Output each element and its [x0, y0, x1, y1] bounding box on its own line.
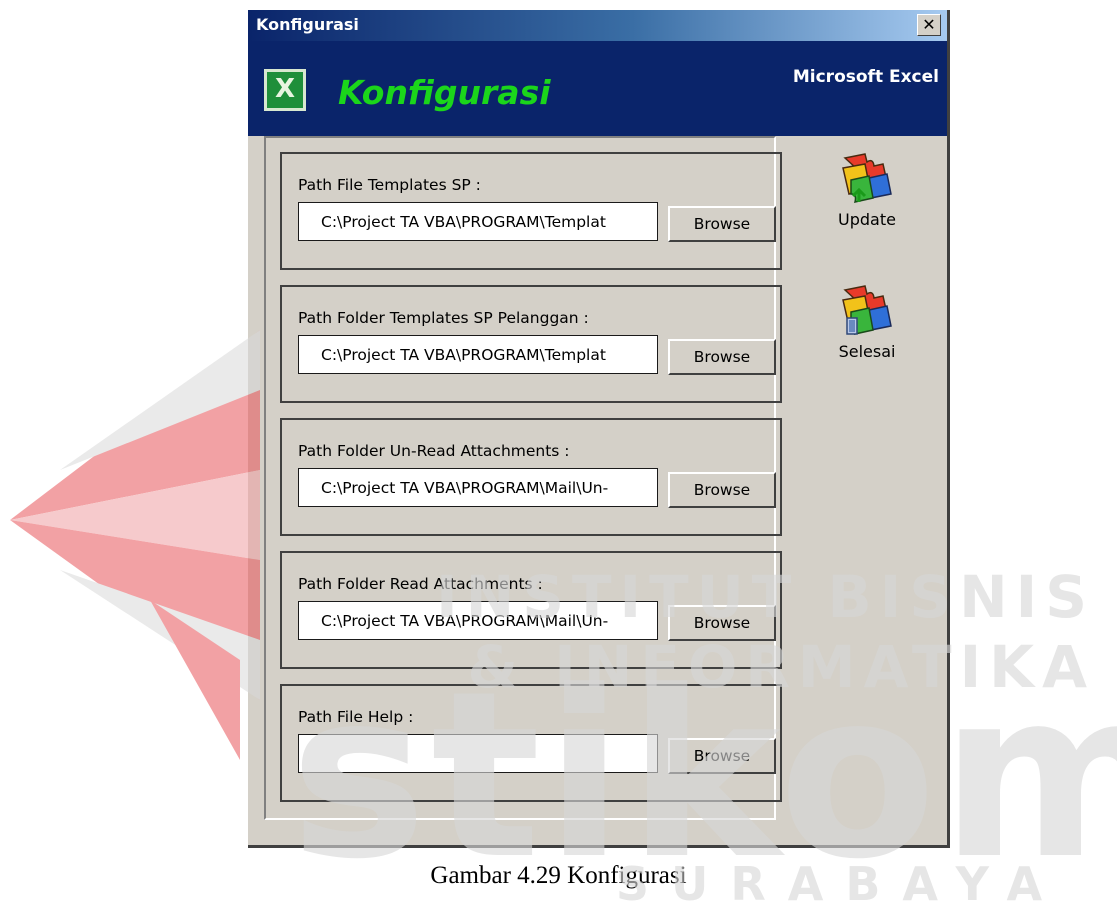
header-banner: X Konfigurasi Microsoft Excel: [248, 41, 947, 136]
group-label: Path Folder Un-Read Attachments :: [298, 442, 570, 460]
selesai-button[interactable]: Selesai: [815, 282, 919, 392]
group-unread-attachments: Path Folder Un-Read Attachments : Browse: [280, 418, 782, 536]
browse-templates-sp-button[interactable]: Browse: [668, 206, 776, 242]
window-title: Konfigurasi: [256, 15, 359, 34]
update-button[interactable]: Update: [815, 150, 919, 260]
templates-sp-pelanggan-path-input[interactable]: [298, 335, 658, 374]
templates-sp-path-input[interactable]: [298, 202, 658, 241]
close-icon: ✕: [922, 15, 936, 34]
group-templates-sp-pelanggan: Path Folder Templates SP Pelanggan : Bro…: [280, 285, 782, 403]
group-label: Path File Templates SP :: [298, 176, 481, 194]
browse-templates-sp-pelanggan-button[interactable]: Browse: [668, 339, 776, 375]
puzzle-exit-icon: [842, 285, 892, 335]
stikom-logo-shape: [10, 330, 260, 760]
puzzle-update-icon: [842, 153, 892, 203]
group-label: Path Folder Templates SP Pelanggan :: [298, 309, 589, 327]
browse-read-attachments-button[interactable]: Browse: [668, 605, 776, 641]
title-bar[interactable]: Konfigurasi ✕: [248, 10, 947, 41]
group-help-file: Path File Help : Browse: [280, 684, 782, 802]
unread-attachments-path-input[interactable]: [298, 468, 658, 507]
excel-icon: X: [264, 69, 306, 111]
app-name: Microsoft Excel: [792, 67, 939, 87]
close-button[interactable]: ✕: [917, 14, 941, 36]
selesai-label: Selesai: [838, 342, 896, 361]
update-label: Update: [838, 210, 896, 229]
settings-panel: Path File Templates SP : Browse Path Fol…: [264, 136, 782, 820]
group-label: Path Folder Read Attachments :: [298, 575, 543, 593]
browse-unread-attachments-button[interactable]: Browse: [668, 472, 776, 508]
group-label: Path File Help :: [298, 708, 414, 726]
konfigurasi-dialog: Konfigurasi ✕ X Konfigurasi Microsoft Ex…: [248, 10, 950, 848]
figure-caption: Gambar 4.29 Konfigurasi: [430, 862, 687, 889]
browse-help-file-button[interactable]: Browse: [668, 738, 776, 774]
banner-title: Konfigurasi: [338, 73, 551, 112]
group-templates-sp: Path File Templates SP : Browse: [280, 152, 782, 270]
read-attachments-path-input[interactable]: [298, 601, 658, 640]
help-file-path-input[interactable]: [298, 734, 658, 773]
group-read-attachments: Path Folder Read Attachments : Browse: [280, 551, 782, 669]
